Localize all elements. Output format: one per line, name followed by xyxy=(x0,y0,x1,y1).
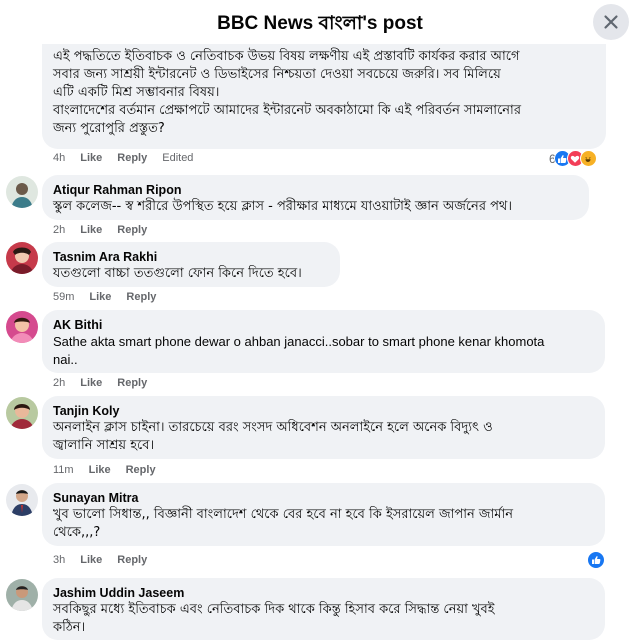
comment-text-line: কঠিন। xyxy=(53,620,86,635)
reply-button[interactable]: Reply xyxy=(126,291,156,303)
comment-meta: 2h Like Reply xyxy=(53,377,162,389)
comment-text-line: সবার জন্য সাশ্রয়ী ইন্টারনেট ও ডিভাইসের … xyxy=(53,67,501,82)
reaction-summary[interactable]: 6 xyxy=(549,150,597,167)
like-button[interactable]: Like xyxy=(80,152,102,164)
reply-button[interactable]: Reply xyxy=(117,224,147,236)
like-button[interactable]: Like xyxy=(80,224,102,236)
avatar-image xyxy=(6,484,38,516)
comment-text-line: জ্বালানি সাশ্রয় হবে। xyxy=(53,438,155,453)
commenter-name[interactable]: Jashim Uddin Jaseem xyxy=(53,585,594,601)
like-reaction-icon xyxy=(587,551,605,569)
close-icon xyxy=(604,15,618,29)
comment-bubble: Atiqur Rahman Ripon স্কুল কলেজ-- স্ব শরী… xyxy=(42,175,589,220)
avatar-image xyxy=(6,242,38,274)
comment-text-line: স্কুল কলেজ-- স্ব শরীরে উপস্থিত হয়ে ক্লা… xyxy=(53,199,512,214)
comment-time[interactable]: 11m xyxy=(53,464,74,476)
avatar[interactable] xyxy=(6,176,38,208)
reply-button[interactable]: Reply xyxy=(117,377,147,389)
avatar[interactable] xyxy=(6,484,38,516)
avatar-image xyxy=(6,311,38,343)
comment-bubble: Jashim Uddin Jaseem সবকিছুর মধ্যে ইতিবাচ… xyxy=(42,578,605,640)
avatar-image xyxy=(6,397,38,429)
comment-time[interactable]: 2h xyxy=(53,224,65,236)
avatar-image xyxy=(6,579,38,611)
close-button[interactable] xyxy=(593,4,629,40)
avatar[interactable] xyxy=(6,311,38,343)
comment-text-line: যতগুলো বাচ্চা ততগুলো ফোন কিনে দিতে হবে। xyxy=(53,266,302,281)
comment-text-line: এটি একটি মিশ্র সম্ভাবনার বিষয়। xyxy=(53,85,220,100)
comment-time[interactable]: 4h xyxy=(53,152,65,164)
like-button[interactable]: Like xyxy=(80,554,102,566)
comment-bubble: Sunayan Mitra খুব ভালো সিধান্ত,, বিজ্ঞান… xyxy=(42,483,605,546)
comment-meta: 4h Like Reply Edited xyxy=(53,152,193,164)
comment-time[interactable]: 2h xyxy=(53,377,65,389)
reply-button[interactable]: Reply xyxy=(117,152,147,164)
commenter-name[interactable]: Tanjin Koly xyxy=(53,403,594,419)
edited-label: Edited xyxy=(162,152,194,164)
avatar[interactable] xyxy=(6,242,38,274)
comment-text-line: থেকে,,,? xyxy=(53,525,101,540)
dialog-header: BBC News বাংলা's post xyxy=(0,0,640,44)
comment-text-line: অনলাইন ক্লাস চাইনা। তারচেয়ে বরং সংসদ অধ… xyxy=(53,420,493,435)
comment-meta: 3h Like Reply xyxy=(53,554,162,566)
like-button[interactable]: Like xyxy=(89,291,111,303)
comment-text-line: nai.. xyxy=(53,352,78,367)
commenter-name[interactable]: AK Bithi xyxy=(53,317,594,333)
avatar[interactable] xyxy=(6,397,38,429)
comment-meta: 59m Like Reply xyxy=(53,291,171,303)
reaction-summary[interactable] xyxy=(587,551,605,569)
avatar-image xyxy=(6,176,38,208)
commenter-name[interactable]: Sunayan Mitra xyxy=(53,490,594,506)
comment-bubble: এই পদ্ধতিতে ইতিবাচক ও নেতিবাচক উভয় বিষয… xyxy=(42,32,606,149)
comment-text-line: সবকিছুর মধ্যে ইতিবাচক এবং নেতিবাচক দিক থ… xyxy=(53,602,495,617)
comment-bubble: Tanjin Koly অনলাইন ক্লাস চাইনা। তারচেয়ে… xyxy=(42,396,605,459)
comment-time[interactable]: 3h xyxy=(53,554,65,566)
comment-bubble: Tasnim Ara Rakhi যতগুলো বাচ্চা ততগুলো ফো… xyxy=(42,242,340,287)
reply-button[interactable]: Reply xyxy=(126,464,156,476)
reply-button[interactable]: Reply xyxy=(117,554,147,566)
comment-meta: 11m Like Reply xyxy=(53,464,171,476)
comment-bubble: AK Bithi Sathe akta smart phone dewar o … xyxy=(42,310,605,373)
avatar[interactable] xyxy=(6,579,38,611)
comment-text-line: এই পদ্ধতিতে ইতিবাচক ও নেতিবাচক উভয় বিষয… xyxy=(53,49,520,64)
comment-text-line: খুব ভালো সিধান্ত,, বিজ্ঞানী বাংলাদেশ থেক… xyxy=(53,507,513,522)
comment-text-line: Sathe akta smart phone dewar o ahban jan… xyxy=(53,334,545,349)
comment-meta: 2h Like Reply xyxy=(53,224,162,236)
like-button[interactable]: Like xyxy=(80,377,102,389)
haha-reaction-icon xyxy=(579,150,597,167)
post-title: BBC News বাংলা's post xyxy=(217,13,423,34)
commenter-name[interactable]: Atiqur Rahman Ripon xyxy=(53,182,578,198)
commenter-name[interactable]: Tasnim Ara Rakhi xyxy=(53,249,329,265)
comment-text-line: বাংলাদেশের বর্তমান প্রেক্ষাপটে আমাদের ইন… xyxy=(53,103,521,118)
comment-text-line: জন্য পুরোপুরি প্রস্তুত? xyxy=(53,121,165,136)
like-button[interactable]: Like xyxy=(89,464,111,476)
comment-time[interactable]: 59m xyxy=(53,291,74,303)
comments-feed: এই পদ্ধতিতে ইতিবাচক ও নেতিবাচক উভয় বিষয… xyxy=(0,0,640,642)
